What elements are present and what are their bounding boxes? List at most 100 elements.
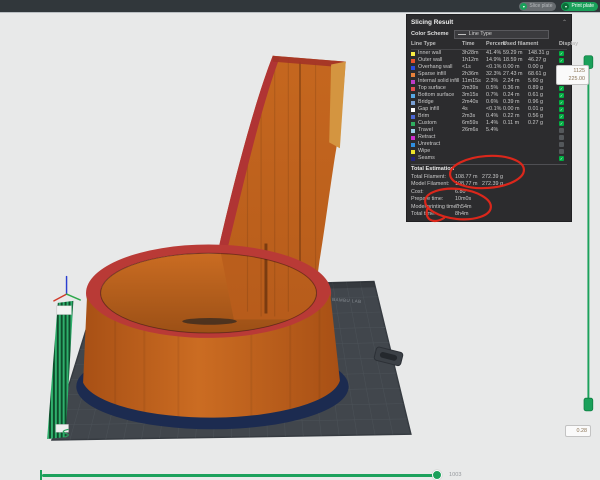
total-value-1: 7h54m [455, 205, 482, 210]
line-type-percent: 32.3% [486, 72, 503, 77]
sliced-model[interactable] [83, 56, 346, 429]
line-type-color-swatch [411, 122, 415, 126]
line-type-label: Bottom surface [418, 93, 462, 98]
display-checkbox[interactable]: ✓ [559, 156, 564, 161]
line-type-time: <1s [462, 65, 486, 70]
line-type-color-swatch [411, 115, 415, 119]
line-type-filament-g: 0.27 g [528, 121, 559, 126]
line-type-row: Custom6m59s1.4%0.11 m0.27 g✓ [411, 120, 567, 127]
model-inner-shadow [182, 318, 236, 325]
line-type-filament-m: 2.24 m [503, 79, 528, 84]
line-type-table-header: Line Type Time Percent Used filament Dis… [411, 41, 567, 50]
total-estimation-row: Prepare time:10m0s [411, 196, 567, 203]
line-type-row: Seams ✓ [411, 155, 567, 162]
slice-plate-label: Slice plate [529, 3, 552, 9]
collapse-panel-icon[interactable]: ⌃ [562, 20, 567, 26]
line-type-color-swatch [411, 157, 415, 161]
total-estimation-row: Model Filament:108.77 m272.39 g [411, 181, 567, 188]
line-type-percent: 41.4% [486, 51, 503, 56]
slice-plate-button[interactable]: ▾ Slice plate [519, 2, 556, 11]
slicing-result-panel: Slicing Result ⌃ Color Scheme Line Type … [406, 14, 572, 222]
line-type-color-swatch [411, 52, 415, 56]
color-scheme-label: Color Scheme [411, 32, 449, 38]
line-type-row: Bridge2m40s0.6%0.39 m0.96 g✓ [411, 99, 567, 106]
display-checkbox[interactable]: ✓ [559, 58, 564, 63]
display-checkbox[interactable] [559, 135, 564, 140]
display-checkbox[interactable]: ✓ [559, 121, 564, 126]
display-checkbox[interactable] [559, 149, 564, 154]
line-type-filament-g: 46.27 g [528, 58, 559, 63]
line-type-time: 3h28m [462, 51, 486, 56]
total-label: Model printing time: [411, 205, 455, 210]
total-label: Prepare time: [411, 197, 455, 202]
print-plate-button[interactable]: ▾ Print plate [561, 2, 598, 11]
line-type-color-swatch [411, 150, 415, 154]
line-type-label: Seams [418, 156, 462, 161]
layer-height: 225.00 [560, 75, 585, 83]
line-type-filament-g: 0.89 g [528, 86, 559, 91]
display-checkbox[interactable]: ✓ [559, 114, 564, 119]
line-type-label: Wipe [418, 149, 462, 154]
line-type-filament-m: 0.36 m [503, 86, 528, 91]
move-slider-value: 1003 [449, 472, 461, 478]
line-type-filament-g: 0.01 g [528, 107, 559, 112]
line-type-row: Travel26m6s5.4% [411, 127, 567, 134]
line-type-filament-m: 0.11 m [503, 121, 528, 126]
display-checkbox[interactable]: ✓ [559, 93, 564, 98]
line-type-label: Inner wall [418, 51, 462, 56]
total-estimation-header: Total Estimation [411, 165, 567, 174]
line-type-color-swatch [411, 66, 415, 70]
line-type-color-swatch [411, 73, 415, 77]
display-checkbox[interactable]: ✓ [559, 100, 564, 105]
line-type-color-swatch [411, 108, 415, 112]
line-type-time: 6m59s [462, 121, 486, 126]
line-type-filament-g: 0.61 g [528, 93, 559, 98]
layer-slider-top-tooltip: 1125 225.00 [556, 65, 589, 85]
line-type-row: Wipe [411, 148, 567, 155]
color-scheme-dropdown[interactable]: Line Type [454, 30, 549, 39]
total-value-1: 6.80 [455, 190, 482, 195]
layer-slider-bottom-handle[interactable] [584, 398, 593, 411]
total-label: Total time: [411, 212, 455, 217]
slice-dropdown-icon[interactable]: ▾ [520, 3, 527, 10]
print-dropdown-icon[interactable]: ▾ [562, 3, 569, 10]
line-type-percent: 1.4% [486, 121, 503, 126]
line-type-percent: 0.6% [486, 100, 503, 105]
color-scheme-value: Line Type [469, 32, 492, 37]
ruler-label-chip [56, 424, 69, 432]
line-type-row: Outer wall1h12m14.9%18.59 m46.27 g✓ [411, 57, 567, 64]
line-type-color-swatch [411, 80, 415, 84]
line-type-filament-m: 0.00 m [503, 107, 528, 112]
line-type-row: Inner wall3h28m41.4%59.29 m148.31 g✓ [411, 50, 567, 57]
move-slider-handle[interactable] [432, 470, 442, 480]
line-type-percent: 0.7% [486, 93, 503, 98]
layer-slider[interactable] [584, 56, 593, 411]
line-type-filament-m: 59.29 m [503, 51, 528, 56]
total-value-2: 272.39 g [482, 182, 567, 187]
line-type-filament-g: 5.60 g [528, 79, 559, 84]
line-type-row: Overhang wall<1s<0.1%0.00 m0.00 g✓ [411, 64, 567, 71]
line-type-percent: 2.3% [486, 79, 503, 84]
total-label: Cost: [411, 190, 455, 195]
line-type-filament-g: 0.00 g [528, 65, 559, 70]
line-type-percent: 14.9% [486, 58, 503, 63]
total-value-1: 108.77 m [455, 182, 482, 187]
display-checkbox[interactable]: ✓ [559, 107, 564, 112]
line-type-time: 11m15s [462, 79, 486, 84]
line-type-filament-m: 0.00 m [503, 65, 528, 70]
total-estimation-row: Model printing time:7h54m [411, 204, 567, 211]
display-checkbox[interactable] [559, 128, 564, 133]
line-type-label: Brim [418, 114, 462, 119]
line-type-color-swatch [411, 143, 415, 147]
line-type-time: 2m3s [462, 114, 486, 119]
total-estimation-row: Total Filament:108.77 m272.39 g [411, 174, 567, 181]
print-plate-label: Print plate [571, 3, 594, 9]
line-type-time: 26m6s [462, 128, 486, 133]
display-checkbox[interactable] [559, 142, 564, 147]
display-checkbox[interactable]: ✓ [559, 86, 564, 91]
line-type-row: Sparse infill2h36m32.3%27.43 m68.61 g✓ [411, 71, 567, 78]
line-type-label: Retract [418, 135, 462, 140]
total-estimation-row: Cost:6.80 [411, 189, 567, 196]
line-type-percent: 0.4% [486, 114, 503, 119]
display-checkbox[interactable]: ✓ [559, 51, 564, 56]
